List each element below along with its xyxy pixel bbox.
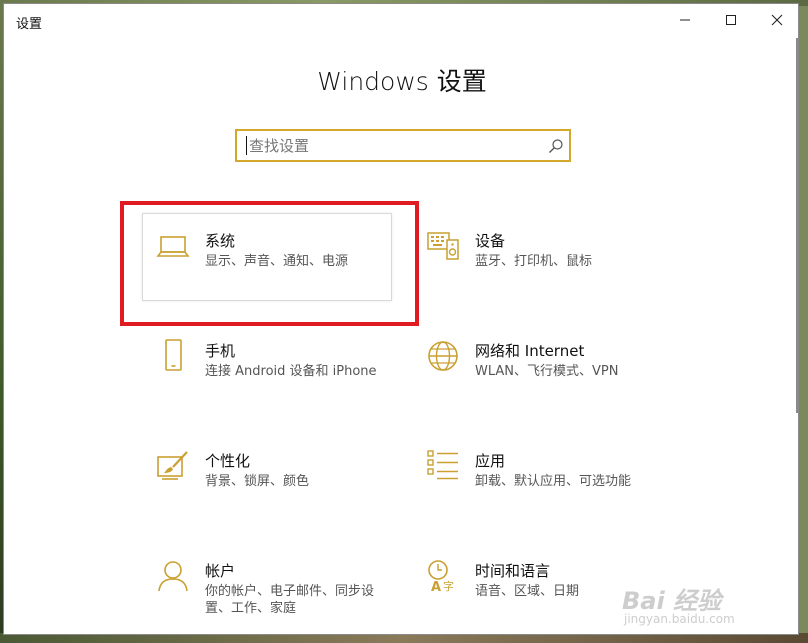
tile-description: 蓝牙、打印机、鼠标 bbox=[475, 254, 593, 269]
maximize-icon bbox=[726, 15, 736, 25]
tile-description: 连接 Android 设备和 iPhone bbox=[205, 364, 377, 379]
close-button[interactable] bbox=[754, 4, 798, 36]
minimize-icon bbox=[680, 19, 690, 21]
tile-title: 网络和 Internet bbox=[475, 342, 585, 360]
close-icon bbox=[771, 14, 783, 26]
tile-network[interactable]: 网络和 Internet WLAN、飞行模式、VPN bbox=[426, 339, 676, 427]
tile-description: 你的帐户、电子邮件、同步设置、工作、家庭 bbox=[205, 584, 375, 616]
phone-icon bbox=[165, 339, 182, 371]
tile-personalization[interactable]: 个性化 背景、锁屏、颜色 bbox=[156, 449, 406, 537]
search-icon[interactable] bbox=[548, 138, 564, 154]
baidu-watermark: Bai 经验 jingyan.baidu.com bbox=[622, 581, 782, 631]
globe-icon bbox=[428, 341, 458, 371]
app-list-icon bbox=[427, 450, 458, 480]
tile-description: 背景、锁屏、颜色 bbox=[205, 474, 310, 489]
watermark-logo-text: Bai 经验 bbox=[622, 587, 722, 615]
tile-title: 设备 bbox=[475, 232, 506, 250]
tile-title: 应用 bbox=[475, 452, 506, 470]
tile-description: WLAN、飞行模式、VPN bbox=[475, 364, 619, 379]
search-box[interactable] bbox=[235, 129, 571, 162]
svg-text:字: 字 bbox=[443, 579, 454, 593]
watermark-url: jingyan.baidu.com bbox=[624, 612, 735, 626]
maximize-button[interactable] bbox=[708, 4, 754, 36]
tile-devices[interactable]: 设备 蓝牙、打印机、鼠标 bbox=[426, 229, 676, 317]
clock-language-icon: A 字 bbox=[428, 560, 454, 593]
search-input[interactable] bbox=[249, 131, 539, 160]
tile-title: 帐户 bbox=[205, 562, 236, 580]
tile-accounts[interactable]: 帐户 你的帐户、电子邮件、同步设置、工作、家庭 bbox=[156, 559, 406, 634]
settings-window: 设置 Windows 设置 查找设置 系统 显示、声音、通知、电源 设备 蓝牙、… bbox=[3, 3, 799, 635]
minimize-button[interactable] bbox=[662, 4, 708, 36]
tile-title: 时间和语言 bbox=[475, 562, 551, 580]
tile-phone[interactable]: 手机 连接 Android 设备和 iPhone bbox=[156, 339, 406, 427]
title-bar: 设置 bbox=[4, 4, 798, 38]
keyboard-speaker-icon bbox=[427, 232, 459, 260]
tile-title: 个性化 bbox=[205, 452, 251, 470]
tile-description: 卸载、默认应用、可选功能 bbox=[475, 474, 632, 489]
person-icon bbox=[158, 561, 188, 592]
red-highlight-annotation bbox=[120, 201, 419, 326]
svg-text:A: A bbox=[431, 580, 441, 593]
page-title: Windows 设置 bbox=[317, 67, 487, 96]
text-caret bbox=[246, 136, 247, 155]
tile-apps[interactable]: 应用 卸载、默认应用、可选功能 bbox=[426, 449, 676, 537]
window-title: 设置 bbox=[16, 17, 43, 32]
tile-title: 手机 bbox=[205, 342, 236, 360]
paint-brush-icon bbox=[157, 451, 188, 480]
